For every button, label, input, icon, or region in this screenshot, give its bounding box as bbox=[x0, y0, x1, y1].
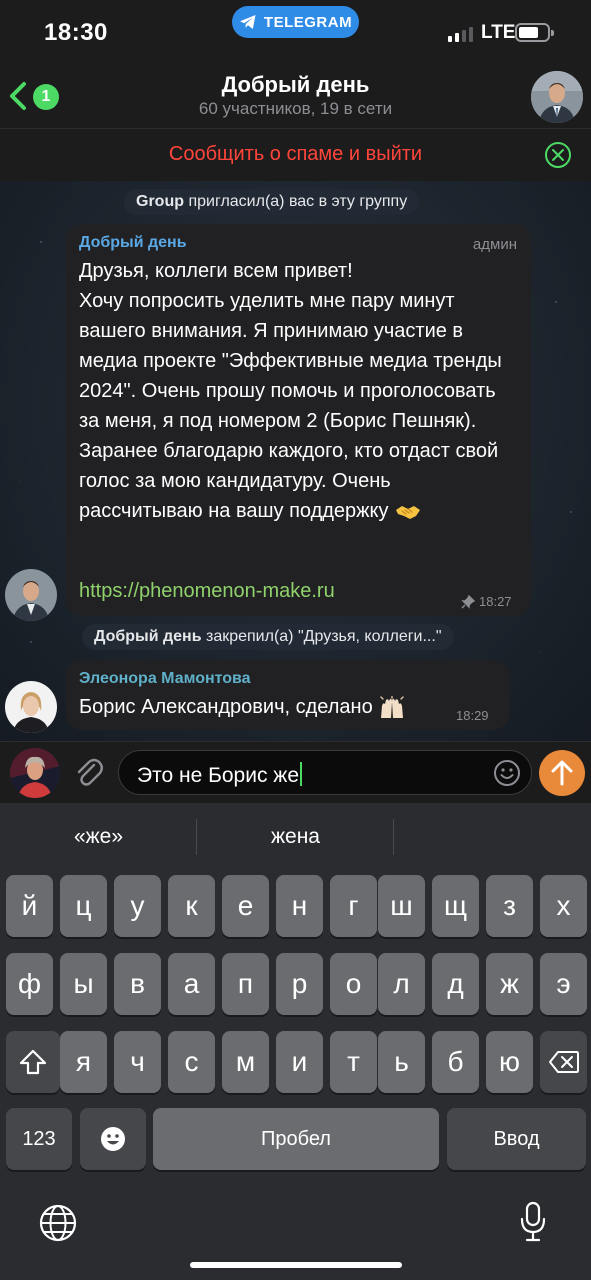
paperclip-attach-icon[interactable] bbox=[72, 756, 106, 790]
status-bar: 18:30 TELEGRAM LTE bbox=[0, 0, 591, 62]
message-sender[interactable]: Добрый день bbox=[79, 234, 187, 252]
key[interactable]: у bbox=[114, 875, 161, 937]
key[interactable]: э bbox=[540, 953, 587, 1015]
message-bubble-admin[interactable]: Добрый день админ Друзья, коллеги всем п… bbox=[66, 224, 531, 616]
message-time: 18:27 bbox=[461, 594, 512, 609]
service-actor: Group bbox=[136, 193, 184, 210]
key[interactable]: б bbox=[432, 1031, 479, 1093]
status-time: 18:30 bbox=[44, 19, 108, 46]
key[interactable]: ч bbox=[114, 1031, 161, 1093]
cellular-signal-icon bbox=[448, 26, 473, 42]
arrow-up-icon bbox=[551, 760, 573, 786]
group-avatar[interactable] bbox=[531, 71, 583, 123]
raised-hands-emoji-icon bbox=[380, 695, 404, 718]
key[interactable]: о bbox=[330, 953, 377, 1015]
key[interactable]: к bbox=[168, 875, 215, 937]
sender-avatar-admin[interactable] bbox=[5, 569, 57, 621]
handshake-emoji-icon bbox=[396, 505, 421, 519]
shift-key[interactable] bbox=[6, 1031, 60, 1093]
message-text: Друзья, коллеги всем привет! Хочу попрос… bbox=[79, 260, 502, 522]
key[interactable]: л bbox=[378, 953, 425, 1015]
key[interactable]: ю bbox=[486, 1031, 533, 1093]
spam-banner: Сообщить о спаме и выйти bbox=[0, 128, 591, 181]
sender-avatar-member[interactable] bbox=[5, 681, 57, 733]
service-text: пригласил(а) вас в эту группу bbox=[188, 193, 408, 210]
key[interactable]: и bbox=[276, 1031, 323, 1093]
key[interactable]: ш bbox=[378, 875, 425, 937]
chat-title[interactable]: Добрый день bbox=[0, 72, 591, 98]
key[interactable]: с bbox=[168, 1031, 215, 1093]
message-time: 18:29 bbox=[456, 708, 489, 723]
key[interactable]: я bbox=[60, 1031, 107, 1093]
send-as-avatar[interactable] bbox=[10, 748, 60, 798]
key[interactable]: ф bbox=[6, 953, 53, 1015]
chat-history[interactable]: Group пригласил(а) вас в эту группу Добр… bbox=[0, 181, 591, 741]
key[interactable]: з bbox=[486, 875, 533, 937]
battery-icon bbox=[515, 23, 554, 42]
service-text: закрепил(а) "Друзья, коллеги..." bbox=[205, 628, 442, 645]
key[interactable]: н bbox=[276, 875, 323, 937]
key[interactable]: п bbox=[222, 953, 269, 1015]
globe-icon[interactable] bbox=[38, 1203, 78, 1243]
app-pill-label: TELEGRAM bbox=[263, 13, 353, 31]
message-input[interactable]: Это не Борис же bbox=[118, 750, 532, 795]
emoji-key[interactable] bbox=[80, 1108, 146, 1170]
network-type: LTE bbox=[481, 22, 516, 43]
key[interactable]: й bbox=[6, 875, 53, 937]
message-input-text: Это не Борис же bbox=[137, 762, 303, 788]
key[interactable]: е bbox=[222, 875, 269, 937]
telegram-return-pill[interactable]: TELEGRAM bbox=[232, 6, 359, 38]
shift-arrow-icon bbox=[19, 1049, 47, 1075]
suggestion-bar: «же» жена bbox=[0, 803, 591, 871]
key[interactable]: ц bbox=[60, 875, 107, 937]
service-actor: Добрый день bbox=[94, 628, 202, 645]
close-circle-icon[interactable] bbox=[544, 141, 572, 169]
key[interactable]: т bbox=[330, 1031, 377, 1093]
key[interactable]: г bbox=[330, 875, 377, 937]
numbers-key[interactable]: 123 bbox=[6, 1108, 72, 1170]
service-message-pinned[interactable]: Добрый день закрепил(а) "Друзья, коллеги… bbox=[82, 624, 454, 650]
backspace-icon bbox=[548, 1051, 579, 1073]
key[interactable]: м bbox=[222, 1031, 269, 1093]
chat-subtitle: 60 участников, 19 в сети bbox=[198, 99, 393, 118]
keyboard: «же» жена й ц у к е н г ш щ з х ф ы в а … bbox=[0, 803, 591, 1280]
key[interactable]: в bbox=[114, 953, 161, 1015]
key[interactable]: ж bbox=[486, 953, 533, 1015]
key[interactable]: щ bbox=[432, 875, 479, 937]
send-button[interactable] bbox=[539, 750, 585, 796]
message-composer: Это не Борис же bbox=[0, 741, 591, 803]
service-message-invited: Group пригласил(а) вас в эту группу bbox=[124, 189, 420, 215]
message-link[interactable]: https://phenomenon-make.ru bbox=[79, 580, 335, 603]
pin-icon bbox=[461, 594, 475, 609]
key[interactable]: х bbox=[540, 875, 587, 937]
backspace-key[interactable] bbox=[540, 1031, 587, 1093]
suggestion-1[interactable]: «же» bbox=[0, 825, 197, 849]
message-text: Борис Александрович, сделано bbox=[79, 692, 406, 722]
suggestion-2[interactable]: жена bbox=[197, 825, 394, 849]
admin-badge: админ bbox=[472, 236, 517, 253]
space-key[interactable]: Пробел bbox=[153, 1108, 439, 1170]
key[interactable]: ы bbox=[60, 953, 107, 1015]
text-caret bbox=[300, 762, 303, 786]
telegram-plane-icon bbox=[239, 15, 256, 29]
home-indicator[interactable] bbox=[190, 1262, 402, 1268]
report-spam-and-leave-button[interactable]: Сообщить о спаме и выйти bbox=[0, 143, 591, 166]
key[interactable]: д bbox=[432, 953, 479, 1015]
chat-header: 1 Добрый день 60 участников, 19 в сети bbox=[0, 62, 591, 128]
message-bubble-member[interactable]: Элеонора Мамонтова Борис Александрович, … bbox=[66, 660, 509, 730]
key[interactable]: ь bbox=[378, 1031, 425, 1093]
sticker-emoji-icon[interactable] bbox=[493, 759, 521, 787]
microphone-icon[interactable] bbox=[518, 1201, 548, 1243]
message-sender[interactable]: Элеонора Мамонтова bbox=[79, 670, 251, 688]
return-key[interactable]: Ввод bbox=[447, 1108, 586, 1170]
key[interactable]: р bbox=[276, 953, 323, 1015]
emoji-smile-icon bbox=[101, 1127, 125, 1151]
key[interactable]: а bbox=[168, 953, 215, 1015]
suggestion-divider bbox=[393, 819, 394, 855]
